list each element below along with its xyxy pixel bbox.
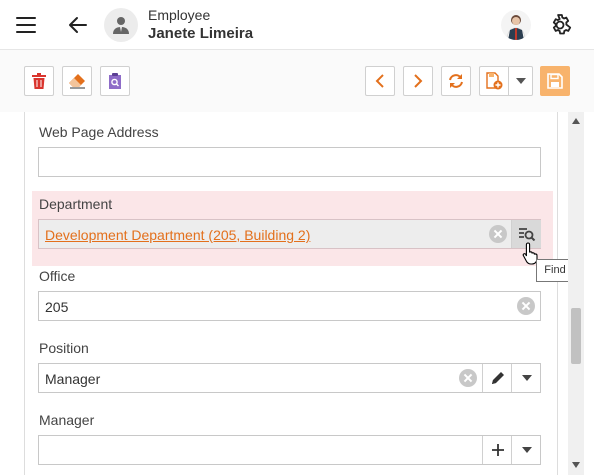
find-icon [518, 228, 535, 241]
clear-icon[interactable] [517, 297, 535, 315]
chevron-down-icon [521, 375, 532, 381]
back-arrow-icon[interactable] [66, 13, 90, 37]
manager-dropdown-button[interactable] [511, 436, 541, 464]
department-lookup-input[interactable]: Development Department (205, Building 2) [38, 219, 541, 249]
position-select[interactable]: Manager [38, 363, 541, 393]
chevron-down-icon [515, 78, 526, 84]
web-page-label: Web Page Address [39, 124, 159, 140]
clear-button[interactable] [62, 66, 92, 96]
plus-icon [491, 444, 504, 456]
vertical-scrollbar[interactable] [568, 112, 584, 475]
app-header: Employee Janete Limeira [0, 0, 594, 50]
clear-icon[interactable] [459, 369, 477, 387]
clear-icon [69, 74, 85, 89]
office-input[interactable]: 205 [38, 291, 541, 321]
add-manager-button[interactable] [482, 436, 512, 464]
user-avatar[interactable] [501, 10, 531, 40]
position-label: Position [39, 340, 89, 356]
chevron-left-icon [375, 74, 384, 88]
chevron-down-icon [521, 447, 532, 453]
scroll-down-arrow-icon[interactable] [572, 462, 580, 468]
scrollbar-thumb[interactable] [571, 308, 581, 364]
delete-button[interactable] [24, 66, 54, 96]
object-type-label: Employee [148, 7, 211, 23]
refresh-icon [449, 74, 463, 88]
find-record-button[interactable] [100, 66, 130, 96]
pencil-icon [491, 372, 504, 384]
office-label: Office [39, 268, 76, 284]
chevron-right-icon [414, 74, 423, 88]
delete-icon [32, 73, 46, 89]
refresh-button[interactable] [441, 66, 471, 96]
web-page-input[interactable] [38, 147, 541, 177]
clear-icon[interactable] [489, 225, 507, 243]
menu-icon[interactable] [16, 17, 36, 33]
save-options-dropdown[interactable] [509, 66, 533, 96]
scroll-up-arrow-icon[interactable] [572, 118, 580, 124]
position-value: Manager [45, 371, 101, 387]
position-dropdown-button[interactable] [511, 364, 541, 392]
save-and-new-button[interactable] [479, 66, 509, 96]
employee-avatar [104, 8, 138, 42]
manager-label: Manager [39, 412, 95, 428]
department-link[interactable]: Development Department (205, Building 2) [45, 227, 310, 243]
save-button[interactable] [540, 66, 570, 96]
toolbar [0, 50, 594, 112]
employee-name: Janete Limeira [148, 25, 254, 42]
save-new-icon [486, 72, 503, 90]
manager-select[interactable] [38, 435, 541, 465]
edit-position-button[interactable] [482, 364, 512, 392]
detail-form: Web Page Address Department Development … [24, 112, 558, 475]
office-value: 205 [45, 299, 69, 315]
save-icon [547, 73, 563, 89]
next-button[interactable] [403, 66, 433, 96]
find-record-icon [109, 73, 121, 89]
previous-button[interactable] [365, 66, 395, 96]
department-label: Department [39, 196, 113, 212]
gear-icon[interactable] [548, 13, 572, 37]
